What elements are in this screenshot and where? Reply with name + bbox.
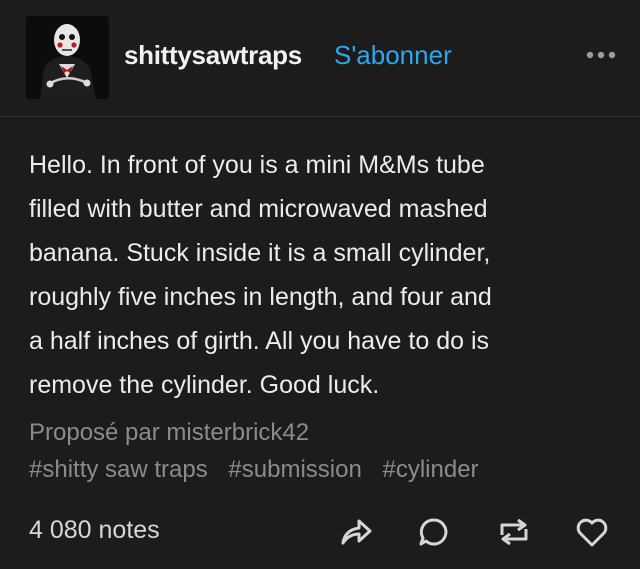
post-body-line: roughly five inches in length, and four … <box>29 283 492 311</box>
tag-cylinder[interactable]: #cylinder <box>382 456 478 483</box>
post-body-line: filled with butter and microwaved mashed <box>29 195 488 223</box>
share-button[interactable] <box>336 512 376 552</box>
post-body-line: Hello. In front of you is a mini M&Ms tu… <box>29 151 485 179</box>
more-options-button[interactable] <box>582 40 622 70</box>
submission-credit[interactable]: Proposé par misterbrick42 <box>29 419 309 447</box>
post-body-line: a half inches of girth. All you have to … <box>29 327 489 355</box>
blog-name-link[interactable]: shittysawtraps <box>124 40 302 71</box>
post-body-line: banana. Stuck inside it is a small cylin… <box>29 239 491 267</box>
follow-button[interactable]: S'abonner <box>334 40 452 71</box>
avatar[interactable] <box>26 16 109 99</box>
reply-icon <box>419 518 448 546</box>
post-body-line: remove the cylinder. Good luck. <box>29 371 380 399</box>
more-options-icon <box>586 51 616 59</box>
reblog-icon <box>500 518 528 546</box>
notes-count[interactable]: 4 080 notes <box>29 516 160 545</box>
tag-list: #shitty saw traps #submission #cylinder <box>29 456 493 484</box>
post-header: shittysawtraps S'abonner <box>0 0 640 117</box>
tag-shitty-saw-traps[interactable]: #shitty saw traps <box>29 456 208 483</box>
like-button[interactable] <box>572 512 612 552</box>
like-icon <box>576 518 608 547</box>
share-icon <box>341 519 372 545</box>
tag-submission[interactable]: #submission <box>228 456 361 483</box>
jigsaw-puppet-avatar-icon <box>26 16 109 99</box>
reply-button[interactable] <box>414 512 454 552</box>
reblog-button[interactable] <box>494 512 534 552</box>
post-card: shittysawtraps S'abonner Hello. In front… <box>0 0 640 569</box>
post-body: Hello. In front of you is a mini M&Ms tu… <box>29 143 599 407</box>
